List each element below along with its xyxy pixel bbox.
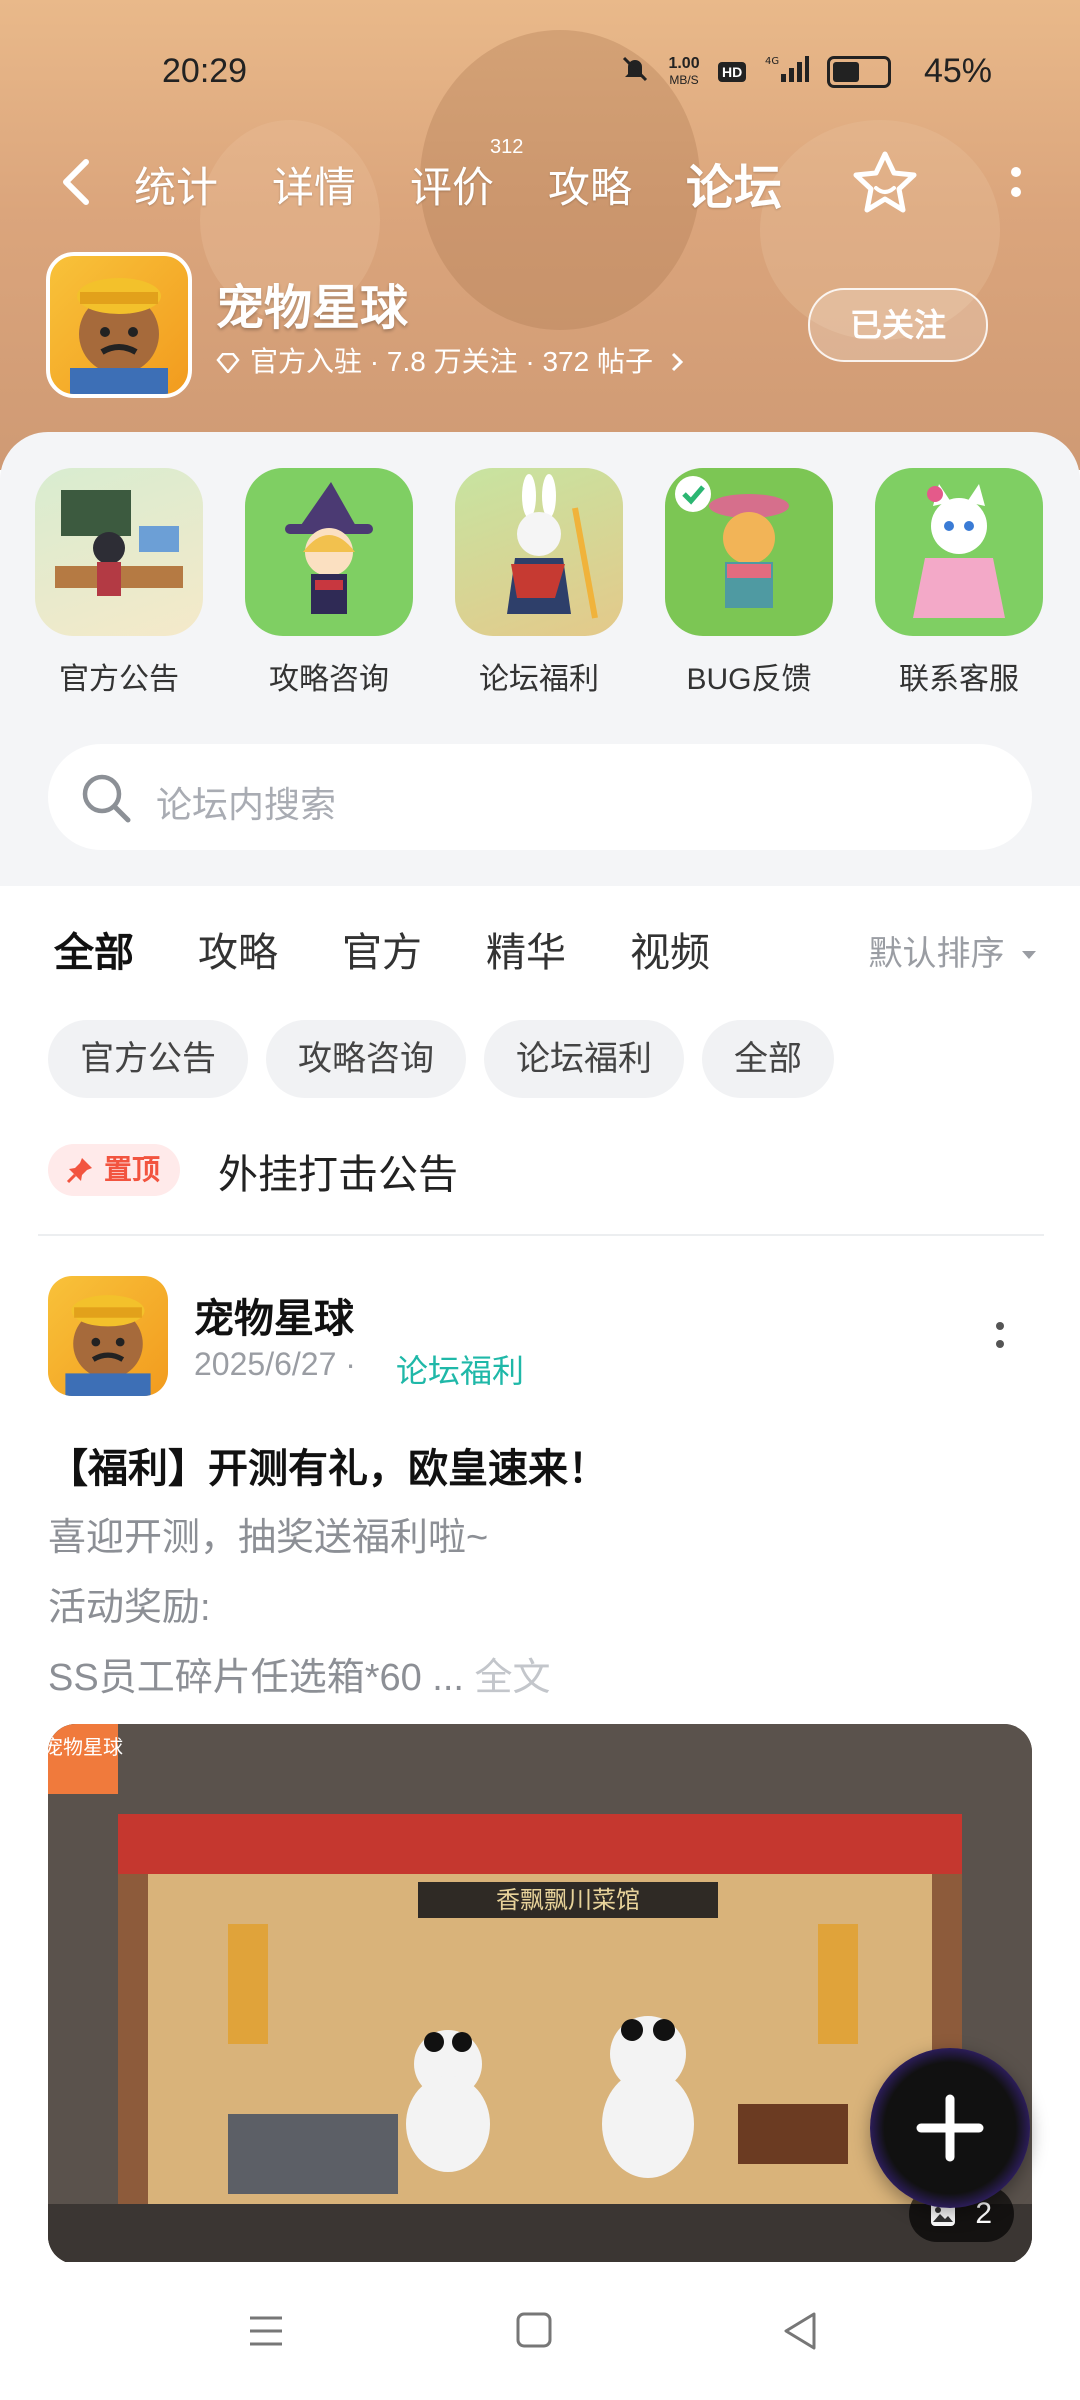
status-time: 20:29	[162, 52, 248, 90]
category-thumb	[665, 468, 833, 636]
hd-icon: HD	[718, 61, 747, 82]
filter-tabs: 全部 攻略 官方 精华 视频 默认排序	[0, 920, 1080, 990]
author-avatar[interactable]	[48, 1276, 168, 1396]
category-contact-support[interactable]: 联系客服	[874, 468, 1044, 698]
filter-tab-featured[interactable]: 精华	[486, 920, 566, 978]
post-title: 【福利】开测有礼，欧皇速来！	[48, 1447, 608, 1491]
pin-icon	[66, 1158, 92, 1184]
chevron-right-icon	[671, 352, 683, 372]
post-image[interactable]: 香飘飘川菜馆 宠物星球 2	[48, 1724, 1032, 2264]
home-square-icon[interactable]	[504, 2306, 564, 2356]
category-guide-consult[interactable]: 攻略咨询	[244, 468, 414, 698]
category-bug-report[interactable]: BUG反馈	[664, 468, 834, 698]
tab-forum[interactable]: 论坛	[681, 148, 787, 218]
game-meta-text: 官方入驻 · 7.8 万关注 · 372 帖子	[250, 346, 653, 377]
filter-tab-official[interactable]: 官方	[342, 920, 422, 978]
post-excerpt-line: 活动奖励:	[48, 1587, 211, 1629]
back-triangle-icon[interactable]	[770, 2306, 830, 2356]
post-date: 2025/6/27 ·	[194, 1346, 356, 1382]
net-speed: 1.00 MB/S	[668, 54, 700, 87]
tab-details[interactable]: 详情	[272, 154, 356, 215]
menu-icon[interactable]	[236, 2306, 296, 2356]
follow-button[interactable]: 已关注	[808, 288, 988, 362]
category-thumb	[245, 468, 413, 636]
sub-category-chips: 官方公告 攻略咨询 论坛福利 全部	[48, 1020, 852, 1098]
category-thumb	[455, 468, 623, 636]
game-info: 宠物星球 官方入驻 · 7.8 万关注 · 372 帖子 已关注	[46, 252, 1036, 402]
pinned-post[interactable]: 置顶 外挂打击公告	[48, 1140, 1038, 1200]
game-logo[interactable]	[46, 252, 192, 398]
favorite-star-button[interactable]	[850, 148, 920, 218]
status-bar: 20:29 1.00 MB/S HD 4G 45%	[0, 48, 1080, 98]
battery-percent: 45%	[923, 52, 992, 90]
post-author[interactable]: 宠物星球	[194, 1286, 354, 1344]
battery-icon	[827, 55, 905, 88]
system-navigation-bar	[0, 2262, 1080, 2400]
post-excerpt-line: SS员工碎片任选箱*60 ... 全文	[48, 1657, 551, 1699]
reviews-count: 312	[490, 136, 524, 158]
filter-tab-all[interactable]: 全部	[54, 920, 134, 982]
svg-text:宠物星球: 宠物星球	[48, 1735, 123, 1759]
svg-text:香飘飘川菜馆: 香飘飘川菜馆	[496, 1886, 640, 1914]
filter-tab-guides[interactable]: 攻略	[198, 920, 278, 978]
forum-search[interactable]: 论坛内搜索	[48, 744, 1032, 850]
chip-all[interactable]: 全部	[702, 1020, 834, 1098]
pinned-badge: 置顶	[48, 1144, 181, 1196]
mute-icon	[620, 54, 650, 89]
category-label: 联系客服	[899, 663, 1019, 696]
sort-label: 默认排序	[868, 935, 1005, 973]
back-button[interactable]	[52, 154, 102, 210]
svg-text:4G: 4G	[765, 56, 779, 67]
create-post-button[interactable]	[870, 2048, 1030, 2208]
more-options-button[interactable]	[996, 156, 1036, 212]
filter-tab-video[interactable]: 视频	[630, 920, 710, 978]
tab-stats[interactable]: 统计	[134, 154, 218, 215]
chip-forum-welfare[interactable]: 论坛福利	[484, 1020, 684, 1098]
plus-icon	[916, 2094, 984, 2162]
chip-guide-consult[interactable]: 攻略咨询	[266, 1020, 466, 1098]
search-icon	[82, 774, 131, 823]
category-label: 攻略咨询	[269, 663, 389, 696]
chip-official-notice[interactable]: 官方公告	[48, 1020, 248, 1098]
signal-icon: 4G	[765, 54, 809, 89]
top-navigation: 统计 详情 评价 312 攻略 论坛	[0, 136, 1080, 218]
diamond-icon	[216, 353, 240, 373]
category-official-notice[interactable]: 官方公告	[34, 468, 204, 698]
search-placeholder: 论坛内搜索	[156, 784, 337, 825]
category-shortcuts: 官方公告 攻略咨询 论坛福利 BUG反馈 联系客服	[0, 468, 1080, 708]
category-forum-welfare[interactable]: 论坛福利	[454, 468, 624, 698]
game-meta[interactable]: 官方入驻 · 7.8 万关注 · 372 帖子	[216, 340, 685, 380]
tab-guides[interactable]: 攻略	[548, 154, 632, 215]
tab-reviews[interactable]: 评价	[410, 154, 494, 215]
game-name: 宠物星球	[216, 282, 409, 335]
caret-down-icon	[1022, 951, 1036, 959]
category-thumb	[35, 468, 203, 636]
category-label: 论坛福利	[479, 663, 599, 696]
category-label: BUG反馈	[686, 663, 812, 696]
post-category-tag[interactable]: 论坛福利	[396, 1346, 524, 1392]
divider	[38, 1234, 1044, 1236]
category-thumb	[875, 468, 1043, 636]
game-header-banner: 20:29 1.00 MB/S HD 4G 45% 统计 详情 评价 312 攻…	[0, 0, 1080, 470]
sort-dropdown[interactable]: 默认排序	[869, 926, 1038, 975]
pinned-title: 外挂打击公告	[218, 1153, 458, 1197]
post-excerpt-line: 喜迎开测，抽奖送福利啦~	[48, 1517, 489, 1559]
category-label: 官方公告	[59, 663, 179, 696]
read-full-link[interactable]: 全文	[475, 1657, 551, 1699]
post-more-button[interactable]	[990, 1316, 1010, 1356]
